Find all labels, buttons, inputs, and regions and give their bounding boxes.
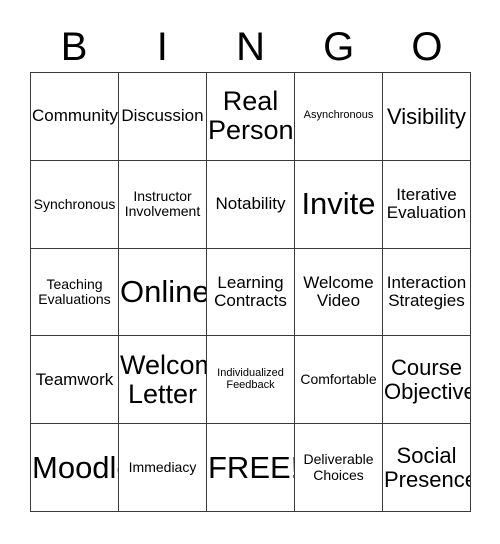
- bingo-cell-free[interactable]: FREE!: [207, 424, 295, 512]
- bingo-cell[interactable]: Immediacy: [119, 424, 207, 512]
- bingo-cell-label: Asynchronous: [303, 109, 374, 122]
- bingo-cell[interactable]: Comfortable: [295, 336, 383, 425]
- bingo-cell[interactable]: Visibility: [383, 73, 471, 161]
- bingo-header-row: B I N G O: [30, 22, 471, 72]
- bingo-cell[interactable]: Discussion: [119, 73, 207, 161]
- bingo-cell[interactable]: Community: [31, 73, 119, 161]
- bingo-cell-label: Welcome Video: [303, 272, 374, 310]
- bingo-cell-label: Discussion: [121, 106, 204, 126]
- bingo-cell[interactable]: Social Presence: [383, 424, 471, 512]
- bingo-cell-label: Community: [32, 106, 118, 126]
- bingo-cell-label: Learning Contracts: [214, 272, 287, 310]
- bingo-cell[interactable]: Moodle: [31, 424, 119, 512]
- bingo-cell[interactable]: Asynchronous: [295, 73, 383, 161]
- bingo-cell-label: Individualized Feedback: [217, 366, 284, 391]
- bingo-cell[interactable]: Welcome Letter: [119, 336, 207, 425]
- bingo-cell-label: Iterative Evaluation: [386, 184, 467, 223]
- bingo-cell-label: Notability: [215, 194, 286, 214]
- header-letter-o: O: [411, 25, 443, 69]
- bingo-cell-label: Instructor Involvement: [124, 188, 201, 220]
- bingo-cell-label: Synchronous: [33, 195, 116, 212]
- header-letter-b: B: [60, 25, 88, 69]
- header-letter-g: G: [323, 25, 355, 69]
- bingo-cell[interactable]: Deliverable Choices: [295, 424, 383, 512]
- bingo-cell-label: Course Objectives: [384, 355, 470, 404]
- bingo-cell-label: Welcome Letter: [120, 349, 206, 409]
- bingo-cell-label: Deliverable Choices: [303, 451, 374, 483]
- bingo-grid: Community Discussion Real Person Asynchr…: [30, 72, 471, 512]
- bingo-cell[interactable]: Invite: [295, 160, 383, 249]
- bingo-cell[interactable]: Notability: [207, 160, 295, 249]
- bingo-cell[interactable]: Interaction Strategies: [383, 248, 471, 337]
- header-letter-n: N: [236, 25, 265, 69]
- bingo-cell-label: Invite: [301, 186, 376, 222]
- bingo-cell-label: Teamwork: [35, 369, 114, 389]
- header-letter-i: I: [156, 25, 168, 69]
- bingo-cell[interactable]: Welcome Video: [295, 248, 383, 337]
- bingo-cell[interactable]: Teaching Evaluations: [31, 248, 119, 337]
- bingo-cell[interactable]: Instructor Involvement: [119, 160, 207, 249]
- bingo-cell[interactable]: Individualized Feedback: [207, 336, 295, 425]
- bingo-cell[interactable]: Online: [119, 248, 207, 337]
- bingo-cell[interactable]: Real Person: [207, 73, 295, 161]
- bingo-cell-label: Moodle: [32, 449, 118, 485]
- bingo-cell-label: Immediacy: [128, 459, 197, 476]
- bingo-cell-label: Social Presence: [384, 442, 471, 492]
- bingo-cell-label: FREE!: [208, 449, 295, 485]
- bingo-cell[interactable]: Synchronous: [31, 160, 119, 249]
- bingo-cell-label: Comfortable: [300, 371, 377, 388]
- bingo-cell-label: Online: [120, 274, 207, 310]
- bingo-cell[interactable]: Learning Contracts: [207, 248, 295, 337]
- bingo-cell-label: Teaching Evaluations: [38, 275, 111, 307]
- bingo-cell[interactable]: Iterative Evaluation: [383, 160, 471, 249]
- bingo-cell[interactable]: Course Objectives: [383, 336, 471, 425]
- bingo-cell-label: Real Person: [208, 86, 294, 146]
- bingo-cell-label: Interaction Strategies: [386, 272, 467, 310]
- bingo-cell-label: Visibility: [386, 103, 467, 129]
- bingo-card: B I N G O Community Discussion Real Pers…: [0, 0, 500, 544]
- bingo-cell[interactable]: Teamwork: [31, 336, 119, 425]
